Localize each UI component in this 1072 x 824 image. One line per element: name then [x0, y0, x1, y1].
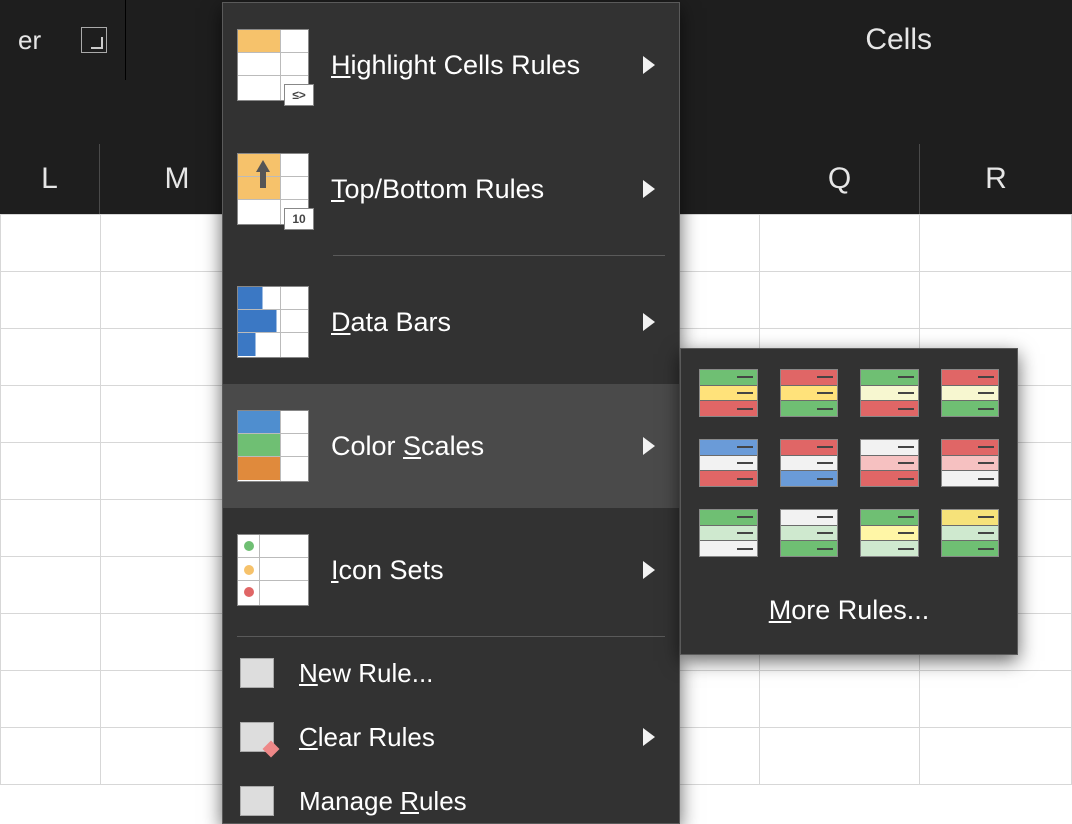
color-scales-icon [237, 410, 309, 482]
menu-item-label: Icon Sets [331, 555, 621, 586]
menu-item-label: Data Bars [331, 307, 621, 338]
color-scale-option[interactable] [941, 509, 1000, 557]
color-scale-option[interactable] [860, 369, 919, 417]
menu-separator [333, 255, 665, 256]
menu-separator [237, 636, 665, 637]
menu-item-label: Highlight Cells Rules [331, 50, 621, 81]
submenu-arrow-icon [643, 313, 655, 331]
color-scale-option[interactable] [860, 509, 919, 557]
color-scales-gallery [681, 359, 1017, 575]
conditional-formatting-menu: ≤> Highlight Cells Rules 10 Top/Bottom R… [222, 2, 680, 824]
menu-item-clear-rules[interactable]: Clear Rules [223, 705, 679, 769]
ribbon-group-number-label: er [18, 25, 41, 56]
menu-item-manage-rules[interactable]: Manage Rules [223, 769, 679, 823]
ribbon-group-number: er [0, 0, 126, 80]
color-scale-option[interactable] [699, 509, 758, 557]
color-scale-option[interactable] [780, 509, 839, 557]
menu-item-new-rule[interactable]: New Rule... [223, 641, 679, 705]
submenu-arrow-icon [643, 728, 655, 746]
manage-rules-icon [237, 781, 277, 821]
new-rule-icon [237, 653, 277, 693]
color-scale-option[interactable] [860, 439, 919, 487]
data-bars-icon [237, 286, 309, 358]
color-scale-option[interactable] [780, 369, 839, 417]
column-header-Q[interactable]: Q [760, 144, 920, 214]
menu-item-icon-sets[interactable]: Icon Sets [223, 508, 679, 632]
more-rules-item[interactable]: More Rules... [681, 575, 1017, 648]
color-scales-submenu: More Rules... [680, 348, 1018, 655]
menu-item-label: Color Scales [331, 431, 621, 462]
color-scale-option[interactable] [699, 439, 758, 487]
submenu-arrow-icon [643, 437, 655, 455]
dialog-launcher-icon[interactable] [81, 27, 107, 53]
icon-sets-icon [237, 534, 309, 606]
clear-rules-icon [237, 717, 277, 757]
menu-item-highlight-cells-rules[interactable]: ≤> Highlight Cells Rules [223, 3, 679, 127]
menu-item-label: New Rule... [299, 658, 661, 689]
top-bottom-icon: 10 [237, 153, 309, 225]
submenu-arrow-icon [643, 56, 655, 74]
column-header-L[interactable]: L [0, 144, 100, 214]
color-scale-option[interactable] [941, 439, 1000, 487]
menu-item-label: Top/Bottom Rules [331, 174, 621, 205]
color-scale-option[interactable] [699, 369, 758, 417]
menu-item-color-scales[interactable]: Color Scales [223, 384, 679, 508]
color-scale-option[interactable] [780, 439, 839, 487]
menu-item-label: Manage Rules [299, 786, 661, 817]
submenu-arrow-icon [643, 180, 655, 198]
color-scale-option[interactable] [941, 369, 1000, 417]
column-header-R[interactable]: R [920, 144, 1072, 214]
menu-item-data-bars[interactable]: Data Bars [223, 260, 679, 384]
ribbon-group-cells-label: Cells [865, 23, 1072, 57]
menu-item-top-bottom-rules[interactable]: 10 Top/Bottom Rules [223, 127, 679, 251]
highlight-cells-icon: ≤> [237, 29, 309, 101]
menu-item-label: Clear Rules [299, 722, 621, 753]
submenu-arrow-icon [643, 561, 655, 579]
